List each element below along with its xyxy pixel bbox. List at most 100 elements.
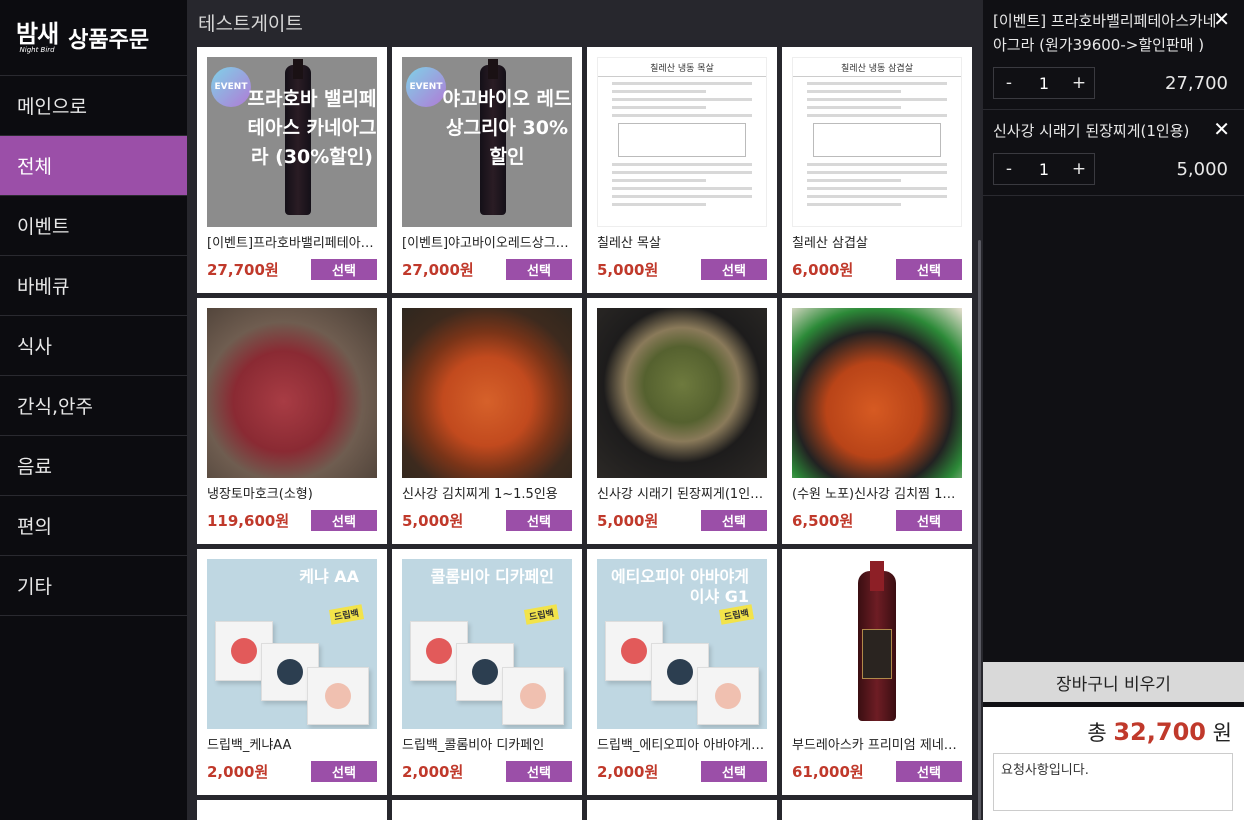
product-card: 콜롬비아 디카페인 드립백 드립백_콜롬비아 디카페인 2,000원 선택 xyxy=(392,549,582,795)
product-image[interactable] xyxy=(792,559,962,729)
drip-tag: 드립백 xyxy=(524,604,560,625)
quantity-decrease-button[interactable]: - xyxy=(994,68,1024,98)
nav-item[interactable]: 편의 xyxy=(0,496,187,556)
select-button[interactable]: 선택 xyxy=(311,510,377,531)
cart-item-name: 신사강 시래기 된장찌게(1인용) xyxy=(993,122,1190,140)
cart-item-price: 27,700 xyxy=(1165,72,1228,94)
select-button[interactable]: 선택 xyxy=(701,510,767,531)
nav-item[interactable]: 이벤트 xyxy=(0,196,187,256)
quantity-increase-button[interactable]: + xyxy=(1064,68,1094,98)
cart-total: 총 32,700 원 xyxy=(993,717,1232,747)
close-icon[interactable]: ✕ xyxy=(1213,7,1230,31)
select-button[interactable]: 선택 xyxy=(701,259,767,280)
product-image[interactable]: EVENT 프라호바 밸리페테아스 카네아그라 (30%할인) xyxy=(207,57,377,227)
empty-cart-button[interactable]: 장바구니 비우기 xyxy=(983,662,1244,702)
document-line xyxy=(807,82,947,85)
product-scrollbar[interactable] xyxy=(975,0,983,820)
select-button[interactable]: 선택 xyxy=(506,761,572,782)
select-button[interactable]: 선택 xyxy=(896,259,962,280)
brand-header: 밤새 Night Bird 상품주문 xyxy=(0,0,187,76)
nav-item[interactable]: 기타 xyxy=(0,556,187,616)
scrollbar-thumb[interactable] xyxy=(978,240,981,820)
product-price: 6,000원 xyxy=(792,261,854,279)
product-image[interactable]: 콜롬비아 디카페인드립백 xyxy=(402,559,572,729)
logo-sub-text: Night Bird xyxy=(19,45,55,54)
nav-item[interactable]: 음료 xyxy=(0,436,187,496)
product-price-row: 5,000원 선택 xyxy=(597,510,767,531)
select-button[interactable]: 선택 xyxy=(311,761,377,782)
product-image[interactable]: 에티오피아 아바야게이샤 G1 드립백 xyxy=(597,559,767,729)
product-price-row: 27,700원 선택 xyxy=(207,259,377,280)
product-image[interactable] xyxy=(792,308,962,478)
select-button[interactable]: 선택 xyxy=(506,259,572,280)
product-image[interactable] xyxy=(207,308,377,478)
quantity-value: 1 xyxy=(1038,73,1050,93)
quantity-stepper: -1 + xyxy=(993,67,1095,99)
night-bird-logo: 밤새 Night Bird xyxy=(16,22,59,54)
document-line xyxy=(612,171,752,174)
product-card: EVENT 프라호바 밸리페테아스 카네아그라 (30%할인) [이벤트]프라호바밸… xyxy=(197,47,387,293)
nav-item[interactable]: 바베큐 xyxy=(0,256,187,316)
product-price-row: 2,000원 선택 xyxy=(597,761,767,782)
nav-item[interactable]: 간식,안주 xyxy=(0,376,187,436)
sidebar: 밤새 Night Bird 상품주문 메인으로 전체 이벤트 바베큐 식사 간식,안주 음료… xyxy=(0,0,187,820)
drip-tag: 드립백 xyxy=(719,604,755,625)
product-price: 5,000원 xyxy=(597,261,659,279)
cart-items: [이벤트] 프라호바밸리페테아스카네아그라 (원가39600->할인판매 ) ✕ -… xyxy=(983,0,1244,196)
product-price-row: 6,500원 선택 xyxy=(792,510,962,531)
quantity-decrease-button[interactable]: - xyxy=(994,154,1024,184)
total-amount: 32,700 xyxy=(1113,718,1206,746)
cart-item: 신사강 시래기 된장찌게(1인용) ✕ -1 +5,000 xyxy=(983,110,1244,196)
box-emblem xyxy=(426,638,452,664)
product-image[interactable] xyxy=(597,308,767,478)
coffee-box xyxy=(502,667,564,725)
product-price-row: 5,000원 선택 xyxy=(402,510,572,531)
document-box xyxy=(813,123,941,157)
product-price-row: 2,000원 선택 xyxy=(207,761,377,782)
cart-summary: 총 32,700 원 xyxy=(983,707,1244,820)
drip-image-title: 콜롬비아 디카페인 xyxy=(430,567,554,586)
app-root: 밤새 Night Bird 상품주문 메인으로 전체 이벤트 바베큐 식사 간식,안주 음료… xyxy=(0,0,1244,820)
nav-item[interactable]: 식사 xyxy=(0,316,187,376)
box-emblem xyxy=(621,638,647,664)
box-emblem xyxy=(325,683,351,709)
nav-item[interactable]: 메인으로 xyxy=(0,76,187,136)
product-image[interactable]: 칠레산 냉동 삼겹살 xyxy=(792,57,962,227)
product-price-row: 27,000원 선택 xyxy=(402,259,572,280)
cart-item-row: -1 +27,700 xyxy=(993,67,1234,109)
product-image[interactable]: EVENT 야고바이오 레드 상그리아 30%할인 xyxy=(402,57,572,227)
select-button[interactable]: 선택 xyxy=(506,510,572,531)
close-icon[interactable]: ✕ xyxy=(1213,117,1230,141)
select-button[interactable]: 선택 xyxy=(896,761,962,782)
product-image[interactable]: 케냐 AA 드립백 xyxy=(207,559,377,729)
event-image-text: 프라호바 밸리페테아스 카네아그라 (30%할인) xyxy=(247,88,377,168)
product-name: 신사강 시래기 된장찌게(1인용) xyxy=(597,487,767,502)
product-card: 칠레산 냉동 목살 칠레산 목살 5,000원 선택 xyxy=(587,47,777,293)
total-unit: 원 xyxy=(1212,721,1232,745)
select-button[interactable]: 선택 xyxy=(701,761,767,782)
cart-item-name: [이벤트] 프라호바밸리페테아스카네아그라 (원가39600->할인판매 ) xyxy=(993,12,1217,54)
document-line xyxy=(807,163,947,166)
product-name: (수원 노포)신사강 김치찜 1인용 xyxy=(792,487,962,502)
nav-item[interactable]: 전체 xyxy=(0,136,187,196)
quantity-increase-button[interactable]: + xyxy=(1064,154,1094,184)
product-grid: EVENT 프라호바 밸리페테아스 카네아그라 (30%할인) [이벤트]프라호바밸… xyxy=(197,47,972,820)
store-name: 테스트게이트 xyxy=(198,13,303,35)
document-line xyxy=(612,163,752,166)
product-image[interactable]: 칠레산 냉동 목살 xyxy=(597,57,767,227)
quantity-value: 1 xyxy=(1038,159,1050,179)
event-badge: EVENT xyxy=(406,67,446,107)
document-line xyxy=(807,203,901,206)
product-price-row: 2,000원 선택 xyxy=(402,761,572,782)
product-name: 냉장토마호크(소형) xyxy=(207,487,313,502)
request-textarea[interactable] xyxy=(993,753,1233,811)
box-emblem xyxy=(231,638,257,664)
select-button[interactable]: 선택 xyxy=(896,510,962,531)
document-line xyxy=(612,98,752,101)
document-line xyxy=(807,106,901,109)
select-button[interactable]: 선택 xyxy=(311,259,377,280)
document-line xyxy=(807,187,947,190)
product-image[interactable] xyxy=(402,308,572,478)
document-line xyxy=(612,195,752,198)
document-line xyxy=(612,203,706,206)
